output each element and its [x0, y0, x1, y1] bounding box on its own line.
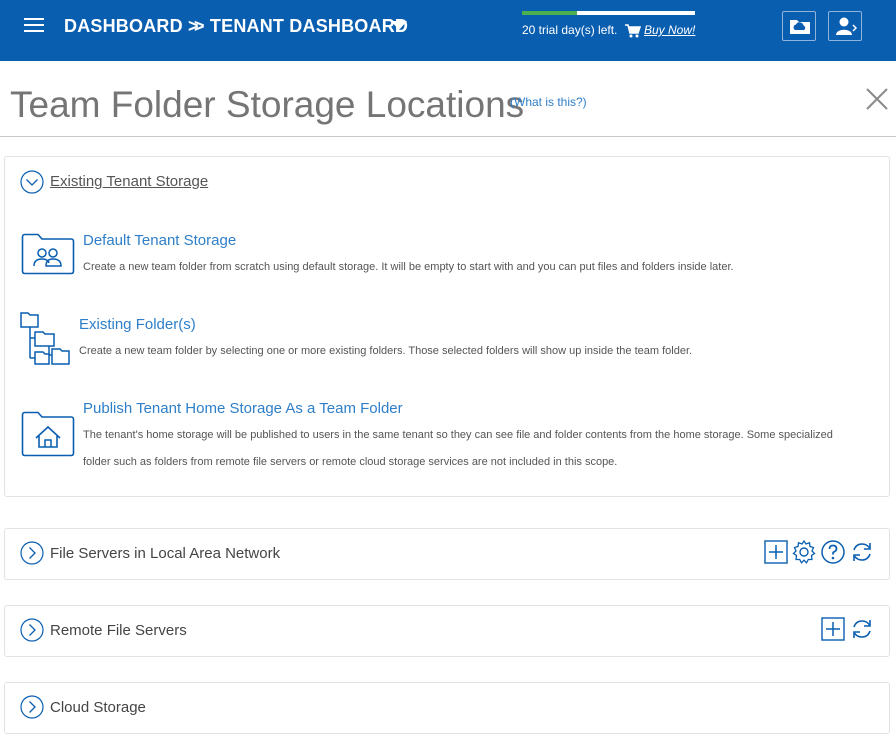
breadcrumb-tenant-dashboard[interactable]: > TENANT DASHBOARD	[194, 16, 408, 37]
publish-home-storage-description-line2: folder such as folders from remote file …	[83, 456, 618, 468]
collapse-circle-icon[interactable]	[20, 170, 44, 194]
folder-tree-icon[interactable]	[19, 310, 71, 366]
breadcrumb-dashboard[interactable]: DASHBOARD >	[64, 16, 199, 37]
settings-icon[interactable]	[791, 539, 817, 565]
publish-home-storage-description-line1: The tenant's home storage will be publis…	[83, 429, 833, 441]
add-icon[interactable]	[763, 539, 789, 565]
buy-now-link[interactable]: Buy Now!	[644, 23, 695, 37]
trial-progress-bar	[522, 11, 695, 15]
user-profile-button[interactable]	[828, 11, 862, 41]
default-tenant-storage-description: Create a new team folder from scratch us…	[83, 261, 734, 273]
default-tenant-storage-link[interactable]: Default Tenant Storage	[83, 232, 236, 249]
cloud-folder-button[interactable]	[782, 11, 816, 41]
trial-progress-fill	[522, 11, 578, 15]
expand-circle-icon[interactable]	[20, 541, 44, 565]
add-icon[interactable]	[820, 616, 846, 642]
folder-users-icon[interactable]	[21, 233, 75, 275]
top-bar: DASHBOARD > > TENANT DASHBOARD 20 trial …	[0, 0, 896, 61]
existing-folders-link[interactable]: Existing Folder(s)	[79, 316, 196, 333]
expand-circle-icon[interactable]	[20, 618, 44, 642]
help-icon[interactable]	[820, 539, 846, 565]
expand-circle-icon[interactable]	[20, 695, 44, 719]
trial-days-text: 20 trial day(s) left.	[522, 23, 618, 37]
what-is-this-link[interactable]: (What is this?)	[510, 95, 587, 109]
file-servers-lan-title[interactable]: File Servers in Local Area Network	[50, 545, 280, 562]
remote-file-servers-title[interactable]: Remote File Servers	[50, 622, 187, 639]
remote-file-servers-panel: Remote File Servers	[4, 605, 890, 657]
existing-folders-description: Create a new team folder by selecting on…	[79, 345, 693, 357]
existing-storage-heading[interactable]: Existing Tenant Storage	[50, 173, 208, 190]
cloud-folder-icon	[790, 20, 810, 34]
refresh-icon[interactable]	[849, 616, 875, 642]
file-servers-lan-panel: File Servers in Local Area Network	[4, 528, 890, 580]
refresh-icon[interactable]	[849, 539, 875, 565]
close-icon[interactable]	[864, 86, 890, 112]
cloud-storage-panel: Cloud Storage	[4, 682, 890, 734]
folder-home-icon[interactable]	[21, 411, 75, 457]
chevron-down-icon[interactable]	[391, 21, 407, 30]
hamburger-menu-icon[interactable]	[24, 18, 44, 36]
title-divider	[0, 136, 896, 137]
shopping-cart-icon[interactable]	[625, 24, 641, 38]
cloud-storage-title[interactable]: Cloud Storage	[50, 699, 146, 716]
user-icon	[836, 17, 857, 35]
publish-home-storage-link[interactable]: Publish Tenant Home Storage As a Team Fo…	[83, 400, 403, 417]
existing-storage-panel: Existing Tenant Storage Default Tenant S…	[4, 156, 890, 497]
page-title: Team Folder Storage Locations	[10, 84, 525, 125]
